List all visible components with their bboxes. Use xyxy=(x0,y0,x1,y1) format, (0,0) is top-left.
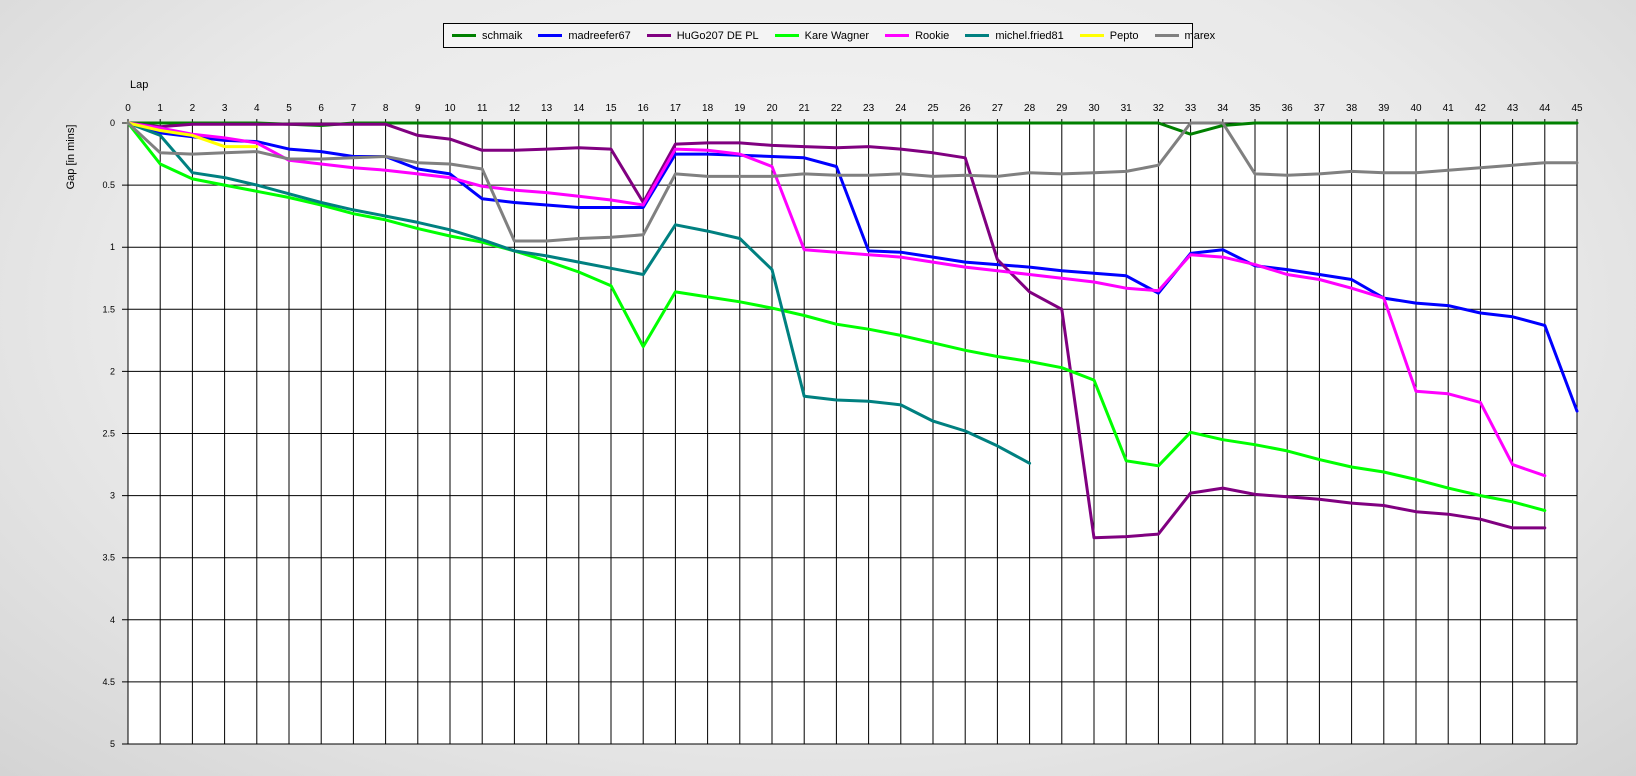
x-tick-label: 13 xyxy=(541,103,553,114)
x-axis-title: Lap xyxy=(130,79,148,91)
x-tick-label: 34 xyxy=(1217,103,1229,114)
y-tick-label: 3 xyxy=(110,491,115,501)
y-tick-label: 0.5 xyxy=(102,180,115,190)
y-tick-label: 1.5 xyxy=(102,304,115,314)
x-tick-label: 12 xyxy=(509,103,521,114)
y-axis-title: Gap [in mins] xyxy=(65,125,77,190)
x-tick-label: 45 xyxy=(1571,103,1583,114)
y-tick-label: 3.5 xyxy=(102,553,115,563)
x-tick-label: 16 xyxy=(638,103,650,114)
x-tick-label: 32 xyxy=(1153,103,1165,114)
x-tick-label: 37 xyxy=(1314,103,1326,114)
x-tick-label: 24 xyxy=(895,103,907,114)
x-tick-label: 23 xyxy=(863,103,875,114)
x-tick-label: 43 xyxy=(1507,103,1519,114)
x-tick-label: 20 xyxy=(766,103,778,114)
x-tick-label: 18 xyxy=(702,103,714,114)
y-tick-label: 4.5 xyxy=(102,677,115,687)
x-tick-label: 36 xyxy=(1282,103,1294,114)
x-tick-label: 42 xyxy=(1475,103,1487,114)
x-tick-label: 40 xyxy=(1410,103,1422,114)
x-tick-label: 1 xyxy=(157,103,163,114)
x-tick-label: 33 xyxy=(1185,103,1197,114)
x-tick-label: 38 xyxy=(1346,103,1358,114)
x-tick-label: 4 xyxy=(254,103,260,114)
x-tick-label: 7 xyxy=(351,103,357,114)
x-tick-label: 31 xyxy=(1121,103,1133,114)
x-tick-label: 3 xyxy=(222,103,228,114)
line-chart: 0 1 2 3 4 5 6 7 8 9 10 11 12 13 14 15 16 17 18 19 20 21 22 23 24… xyxy=(65,79,1583,749)
x-tick-label: 26 xyxy=(960,103,972,114)
y-tick-label: 4 xyxy=(110,615,115,625)
y-tick-label: 2.5 xyxy=(102,429,115,439)
x-tick-label: 22 xyxy=(831,103,843,114)
x-tick-label: 6 xyxy=(318,103,324,114)
y-tick-label: 1 xyxy=(110,242,115,252)
x-tick-label: 39 xyxy=(1378,103,1390,114)
x-tick-label: 0 xyxy=(125,103,131,114)
x-tick-label: 8 xyxy=(383,103,389,114)
x-tick-label: 21 xyxy=(799,103,811,114)
x-tick-label: 19 xyxy=(734,103,746,114)
x-tick-label: 28 xyxy=(1024,103,1036,114)
x-tick-label: 5 xyxy=(286,103,292,114)
x-tick-label: 30 xyxy=(1088,103,1100,114)
x-tick-label: 17 xyxy=(670,103,682,114)
x-tick-label: 14 xyxy=(573,103,585,114)
x-tick-label: 44 xyxy=(1539,103,1551,114)
x-tick-label: 27 xyxy=(992,103,1004,114)
x-tick-label: 11 xyxy=(477,103,488,114)
x-tick-label: 9 xyxy=(415,103,421,114)
y-tick-label: 5 xyxy=(110,739,115,749)
x-tick-label: 29 xyxy=(1056,103,1068,114)
x-tick-label: 10 xyxy=(444,103,456,114)
x-tick-label: 25 xyxy=(927,103,939,114)
y-tick-label: 0 xyxy=(110,118,115,128)
x-tick-label: 2 xyxy=(190,103,196,114)
x-tick-label: 41 xyxy=(1443,103,1455,114)
y-tick-label: 2 xyxy=(110,366,115,376)
x-tick-label: 15 xyxy=(605,103,617,114)
x-tick-label: 35 xyxy=(1249,103,1261,114)
